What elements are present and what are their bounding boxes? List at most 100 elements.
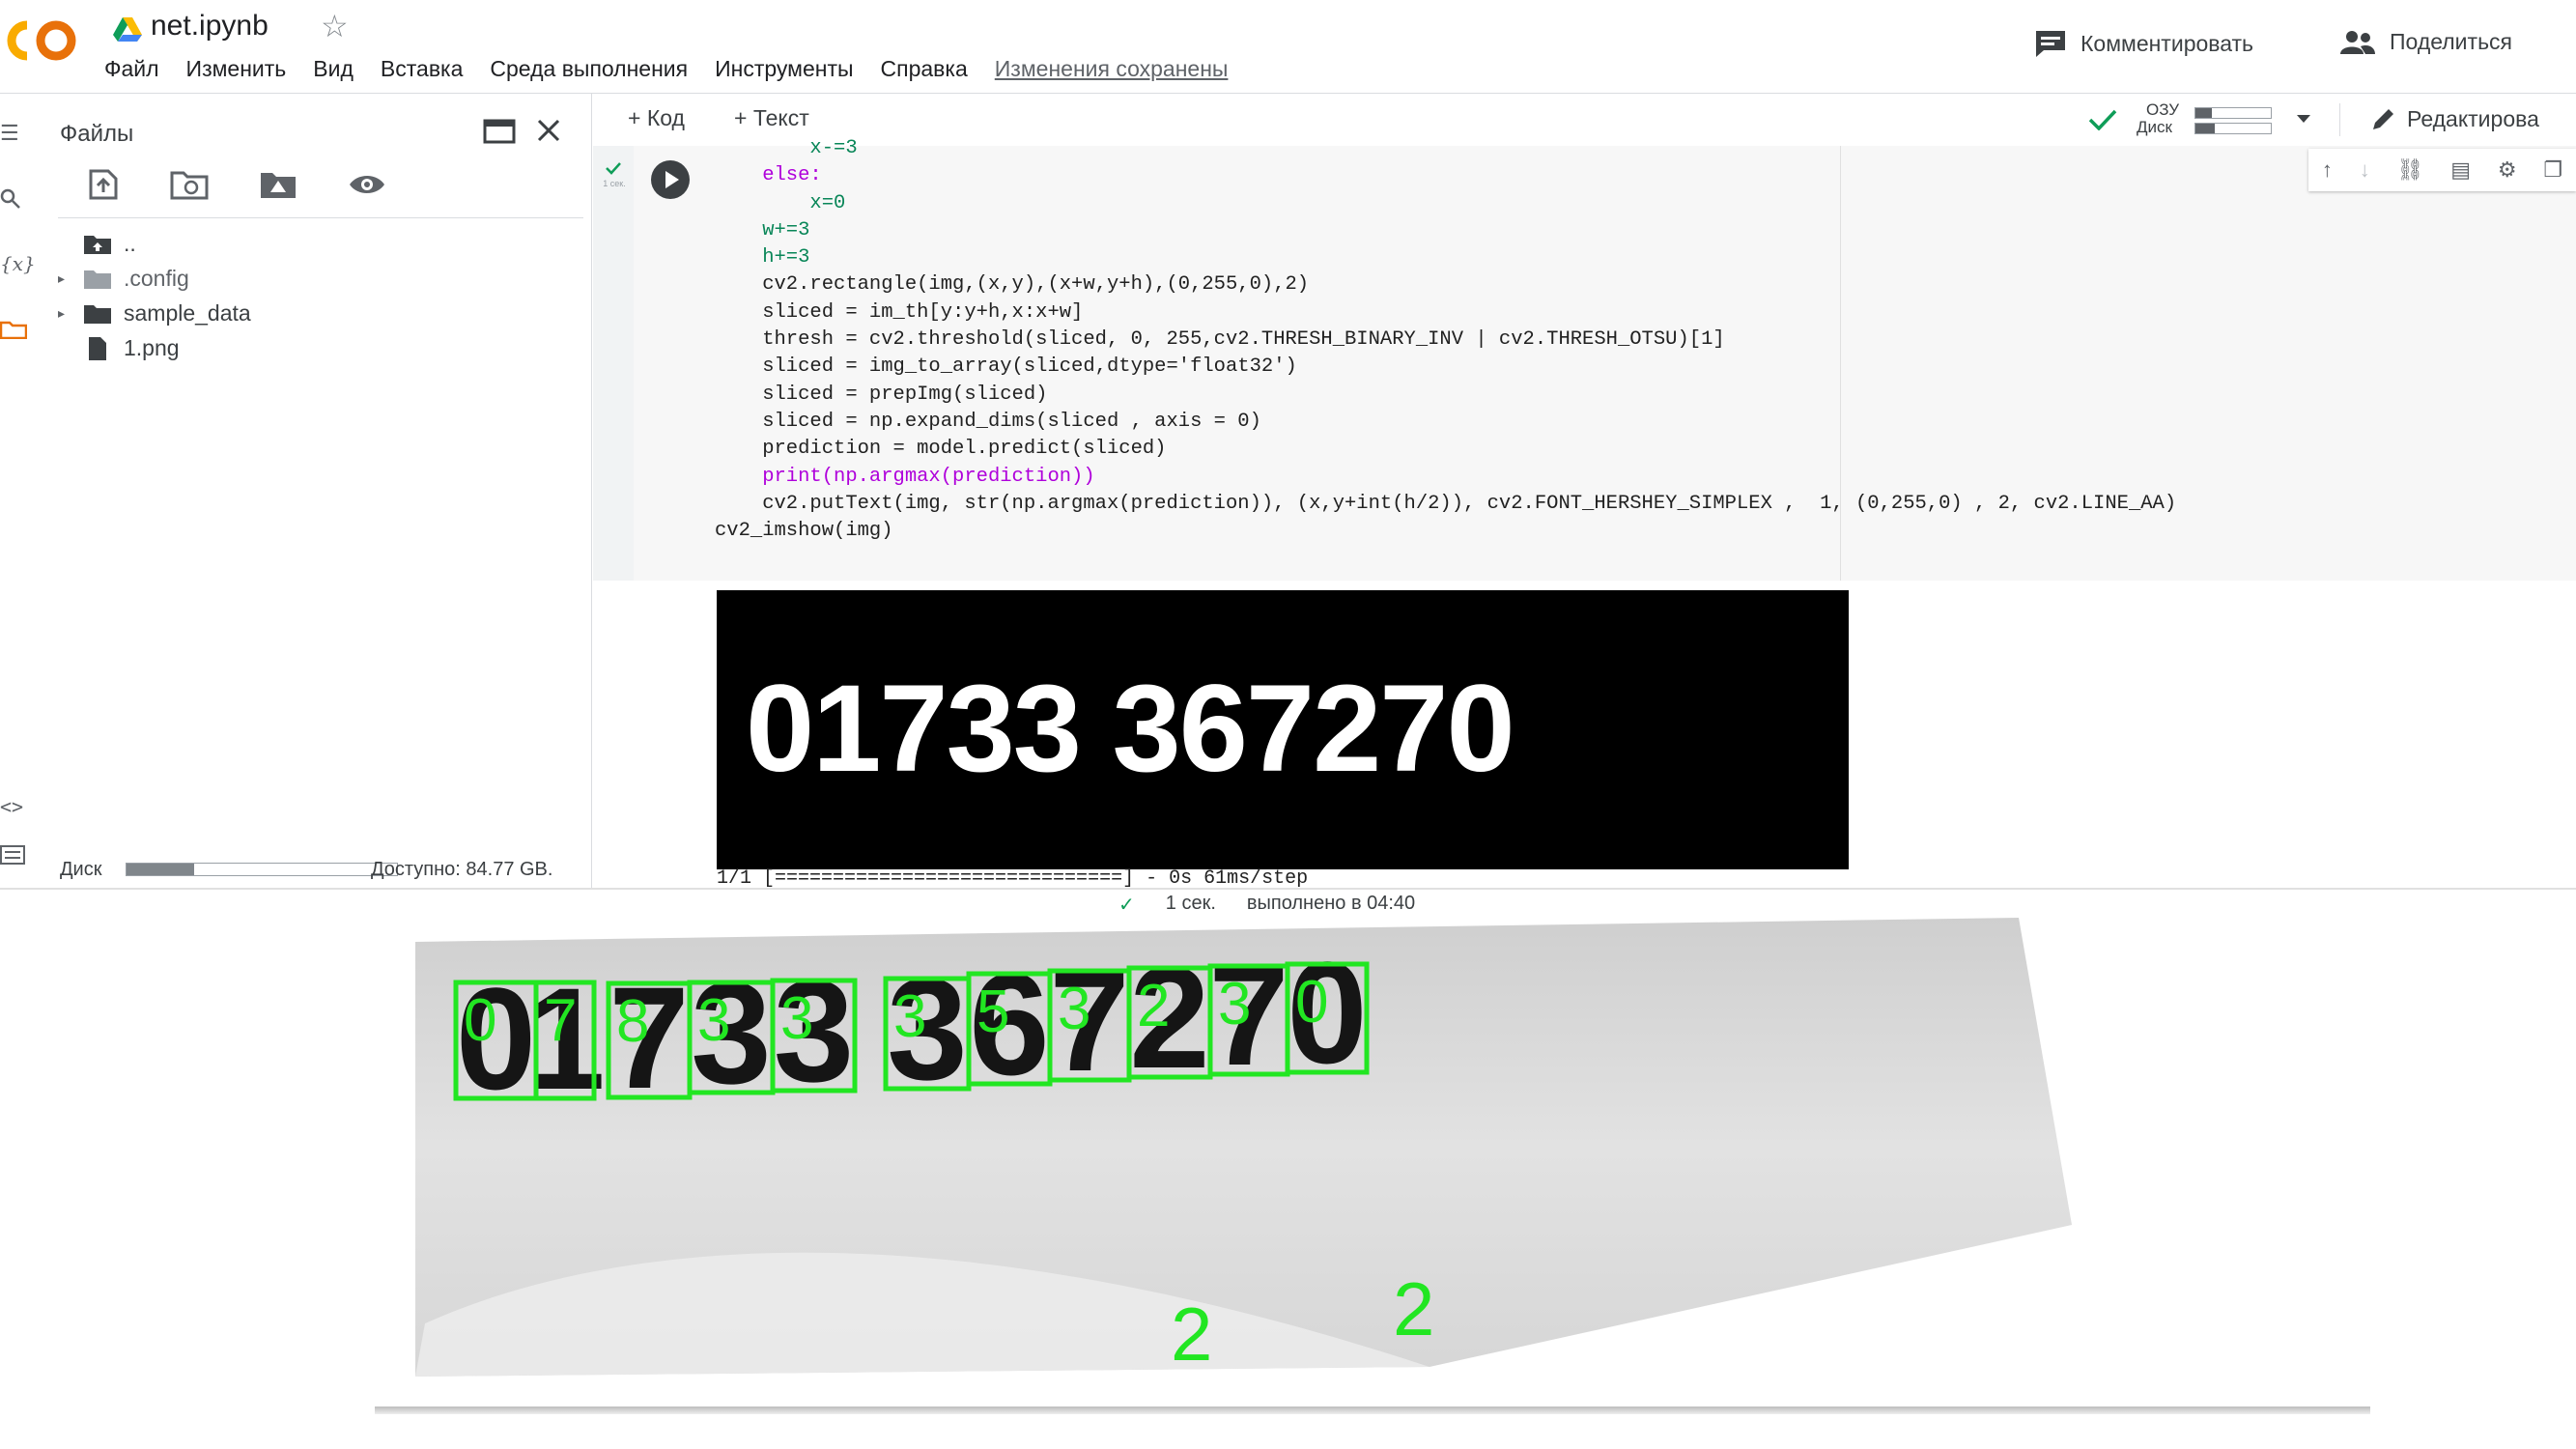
menu-runtime[interactable]: Среда выполнения bbox=[490, 56, 688, 82]
colab-logo[interactable] bbox=[0, 14, 83, 68]
code-line: cv2_imshow(img) bbox=[715, 520, 893, 543]
move-down-icon[interactable]: ↓ bbox=[2360, 157, 2370, 183]
tree-item-1-png[interactable]: 1.png bbox=[58, 335, 180, 361]
tree-item-config[interactable]: ▸ .config bbox=[58, 266, 189, 292]
code-line: x=0 bbox=[715, 191, 846, 214]
files-toolbar bbox=[87, 169, 386, 200]
cell-actions-toolbar: ↑ ↓ ⛓ ▤ ⚙ ❐ bbox=[2308, 149, 2576, 191]
stray-prediction-label: 2 bbox=[1393, 1266, 1434, 1351]
folder-up-icon bbox=[84, 235, 111, 254]
image-bottom-edge bbox=[375, 1406, 2370, 1414]
output-image-text: 01733 367270 bbox=[746, 660, 1515, 798]
prediction-label: 5 bbox=[977, 979, 1009, 1045]
open-in-tab-icon[interactable] bbox=[483, 117, 518, 144]
settings-icon[interactable]: ⚙ bbox=[2498, 157, 2517, 183]
code-editor[interactable]: x-=3 else: x=0 w+=3 h+=3 cv2.rectangle(i… bbox=[715, 135, 2176, 545]
prediction-label: 0 bbox=[1295, 969, 1328, 1036]
disk-small-label: Диск bbox=[2137, 118, 2172, 136]
show-hidden-files-icon[interactable] bbox=[348, 169, 386, 200]
add-text-button[interactable]: + Текст bbox=[734, 105, 809, 131]
google-drive-icon bbox=[113, 17, 142, 42]
code-line: sliced = img_to_array(sliced,dtype='floa… bbox=[715, 355, 1297, 379]
progress-output: 1/1 [==============================] - 0… bbox=[717, 867, 1309, 890]
mirror-cell-icon[interactable]: ❐ bbox=[2543, 157, 2562, 183]
tree-item-sample-data[interactable]: ▸ sample_data bbox=[58, 300, 251, 327]
code-line: cv2.rectangle(img,(x,y),(x+w,y+h),(0,255… bbox=[715, 273, 1310, 297]
menu-edit[interactable]: Изменить bbox=[186, 56, 287, 82]
code-line: sliced = np.expand_dims(sliced , axis = … bbox=[715, 410, 1261, 433]
edit-mode-button[interactable]: Редактирова bbox=[2370, 105, 2539, 132]
cell-gutter: 1 сек. bbox=[593, 146, 634, 581]
close-icon[interactable] bbox=[535, 117, 562, 144]
menu-insert[interactable]: Вставка bbox=[381, 56, 464, 82]
expand-arrow-icon[interactable]: ▸ bbox=[58, 305, 71, 322]
share-button[interactable]: Поделиться bbox=[2339, 29, 2512, 55]
code-line: x-=3 bbox=[715, 137, 858, 159]
tree-item-parent[interactable]: .. bbox=[58, 231, 136, 257]
prediction-label: 8 bbox=[616, 988, 649, 1055]
files-panel-title: Файлы bbox=[60, 121, 134, 147]
execution-status: ✓ 1 сек. выполнено в 04:40 bbox=[1118, 893, 1415, 917]
ram-label: ОЗУ bbox=[2146, 100, 2180, 119]
files-panel: Файлы .. ▸ .config ▸ sample_data 1.png Д… bbox=[39, 94, 592, 888]
variables-icon[interactable]: {x} bbox=[0, 252, 36, 275]
share-label: Поделиться bbox=[2390, 29, 2513, 54]
colab-header: net.ipynb ☆ Файл Изменить Вид Вставка Ср… bbox=[0, 0, 2576, 94]
search-icon[interactable] bbox=[0, 188, 35, 215]
stray-prediction-label: 2 bbox=[1171, 1292, 1212, 1377]
disk-free-text: Доступно: 84.77 GB. bbox=[371, 859, 553, 880]
pencil-icon bbox=[2373, 109, 2393, 129]
comment-button[interactable]: Комментировать bbox=[2034, 29, 2253, 58]
prediction-label: 0 bbox=[464, 987, 496, 1054]
upload-file-icon[interactable] bbox=[87, 169, 120, 200]
panel-split bbox=[0, 888, 2576, 890]
file-icon bbox=[89, 336, 106, 360]
output-image: 01733 367270 bbox=[717, 590, 1849, 869]
tree-item-label: .config bbox=[124, 266, 189, 291]
folder-icon[interactable] bbox=[0, 320, 35, 345]
notebook-title[interactable]: net.ipynb bbox=[151, 10, 269, 43]
disk-usage-fill bbox=[127, 864, 194, 875]
comment-icon bbox=[2036, 31, 2065, 57]
saved-status-link[interactable]: Изменения сохранены bbox=[995, 56, 1229, 82]
check-icon bbox=[2088, 109, 2117, 130]
folder-icon bbox=[84, 304, 111, 324]
run-cell-button[interactable] bbox=[651, 160, 690, 199]
move-up-icon[interactable]: ↑ bbox=[2322, 157, 2333, 183]
play-icon bbox=[665, 171, 679, 188]
code-line: else: bbox=[715, 164, 822, 187]
tree-item-label: sample_data bbox=[124, 300, 251, 326]
menu-help[interactable]: Справка bbox=[881, 56, 968, 82]
menu-view[interactable]: Вид bbox=[313, 56, 354, 82]
add-code-button[interactable]: + Код bbox=[628, 105, 685, 131]
menu-file[interactable]: Файл bbox=[104, 56, 159, 82]
prediction-label: 2 bbox=[1137, 973, 1170, 1039]
command-palette-icon[interactable] bbox=[0, 845, 35, 870]
menu-tools[interactable]: Инструменты bbox=[715, 56, 853, 82]
code-line: cv2.putText(img, str(np.argmax(predictio… bbox=[715, 492, 2177, 515]
expand-arrow-icon[interactable]: ▸ bbox=[58, 270, 71, 287]
disk-label: Диск bbox=[60, 859, 102, 880]
code-line: thresh = cv2.threshold(sliced, 0, 255,cv… bbox=[715, 328, 1725, 352]
edit-mode-label: Редактирова bbox=[2407, 105, 2539, 131]
files-divider bbox=[58, 217, 583, 218]
tree-item-label: 1.png bbox=[124, 335, 180, 360]
prediction-label: 3 bbox=[697, 987, 730, 1054]
people-icon bbox=[2340, 30, 2375, 54]
code-line: prediction = model.predict(sliced) bbox=[715, 438, 1167, 461]
mount-drive-icon[interactable] bbox=[259, 169, 297, 200]
dropdown-icon[interactable] bbox=[2295, 113, 2312, 125]
link-icon[interactable]: ⛓ bbox=[2396, 157, 2423, 183]
refresh-folder-icon[interactable] bbox=[170, 169, 209, 200]
prediction-label: 3 bbox=[893, 983, 926, 1050]
comment-label: Комментировать bbox=[2081, 30, 2254, 56]
folder-icon bbox=[84, 270, 111, 289]
comment-cell-icon[interactable]: ▤ bbox=[2450, 157, 2471, 183]
disk-usage-bar bbox=[126, 863, 398, 876]
annotated-phone-number-image: 00 17 78 33 33 33 65 73 22 73 00 22 bbox=[415, 918, 2072, 1377]
prediction-label: 3 bbox=[780, 985, 813, 1052]
ram-bar bbox=[2194, 107, 2272, 119]
toc-icon[interactable]: ☰ bbox=[0, 121, 35, 146]
star-icon[interactable]: ☆ bbox=[321, 8, 349, 44]
code-snippets-icon[interactable]: <> bbox=[0, 795, 35, 818]
